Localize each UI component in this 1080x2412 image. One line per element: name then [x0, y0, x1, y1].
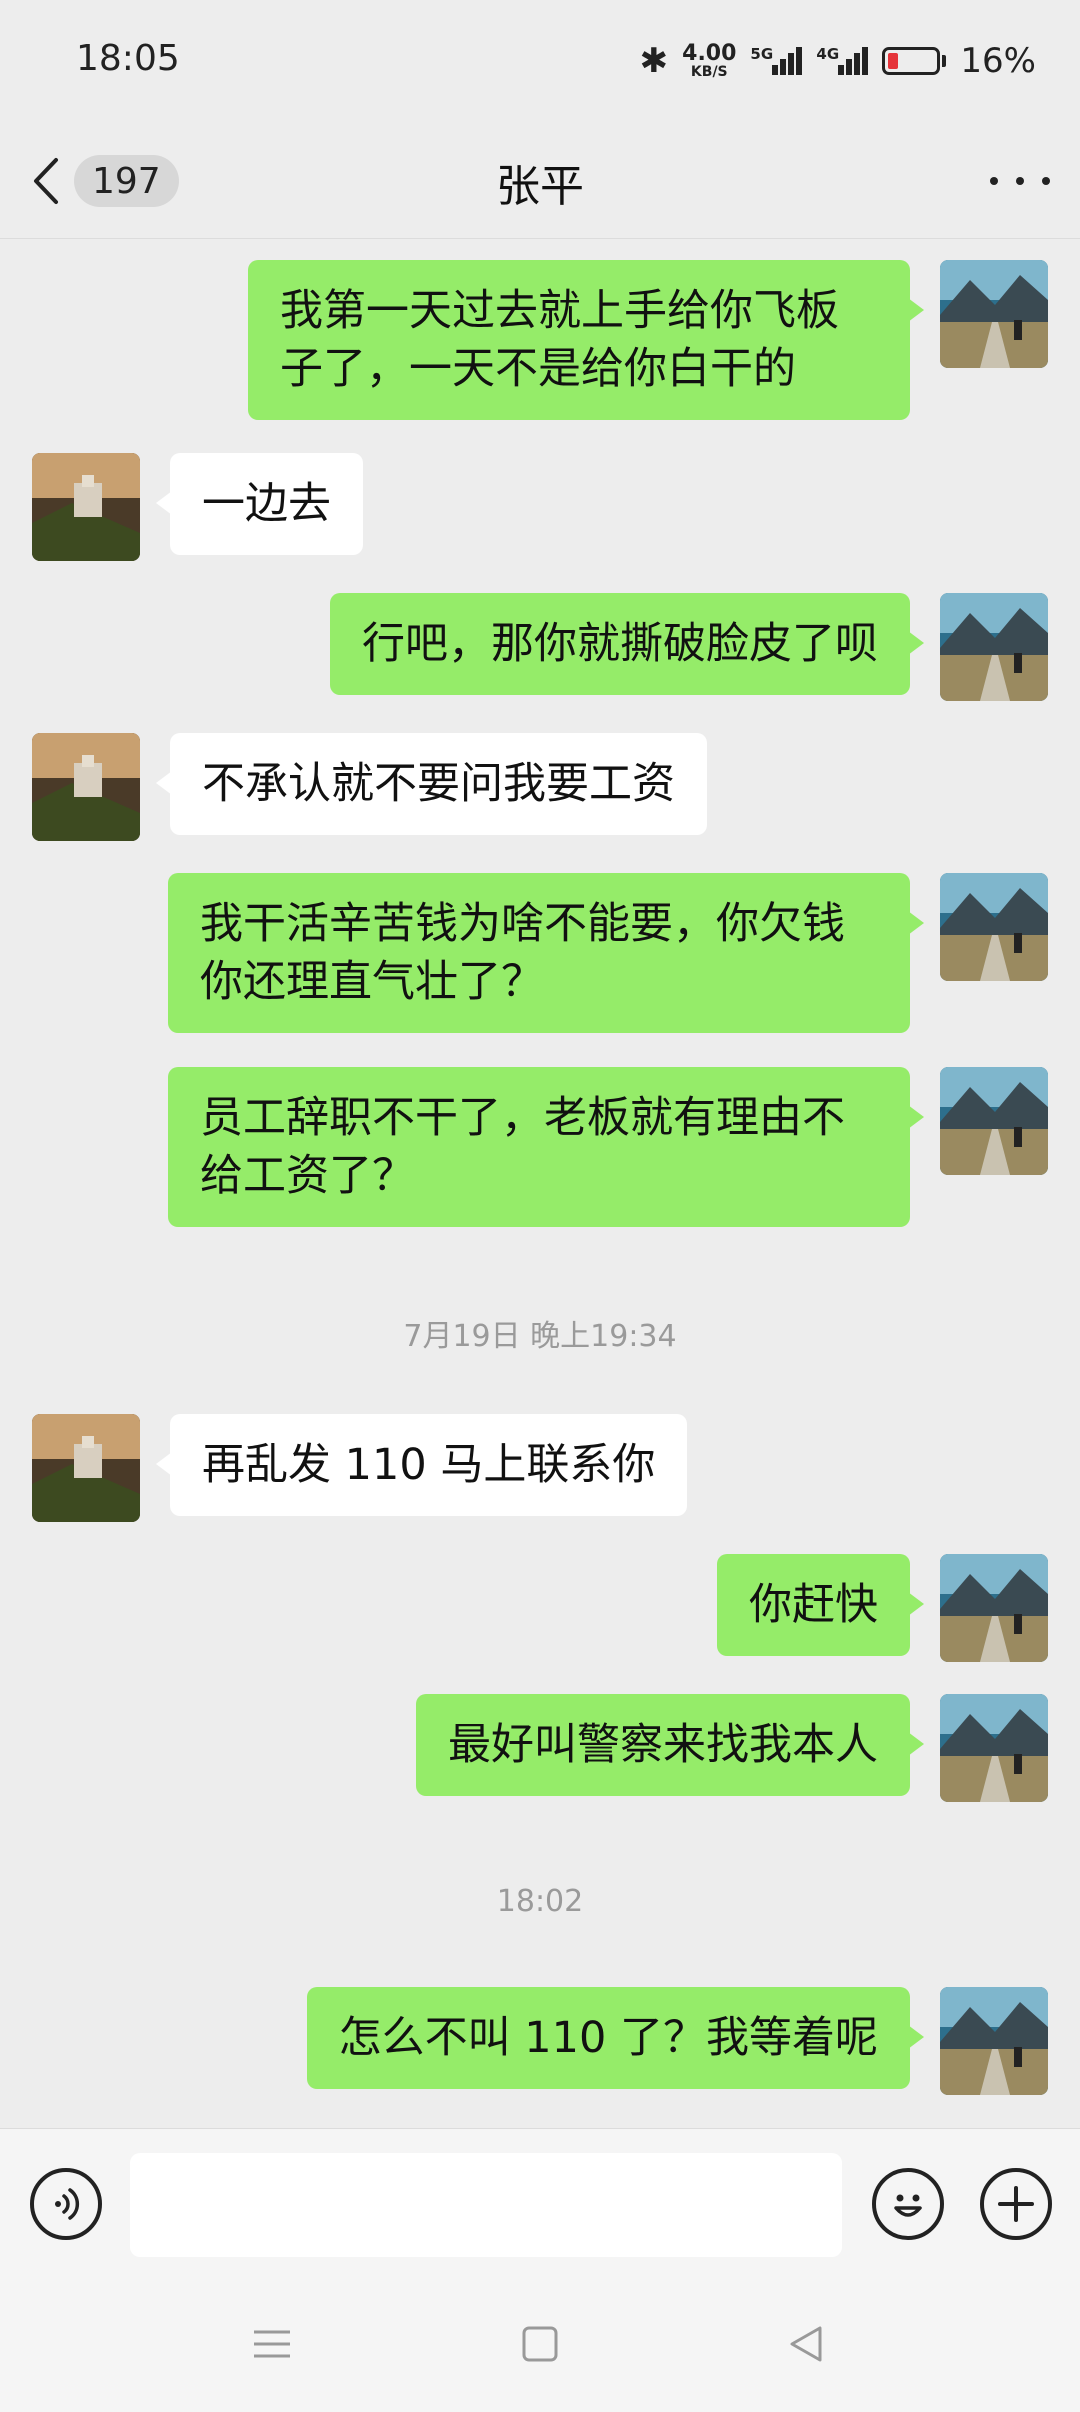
- message-bubble[interactable]: 你赶快: [717, 1554, 924, 1656]
- road-landscape-icon: [940, 593, 1048, 701]
- contact-avatar[interactable]: [32, 453, 140, 561]
- chat-header: 197 张平: [0, 124, 1080, 239]
- castle-landscape-icon: [32, 453, 140, 561]
- message-bubble[interactable]: 怎么不叫 110 了？我等着呢: [306, 1987, 925, 2089]
- dot-icon: [1042, 177, 1050, 185]
- my-avatar[interactable]: [940, 1987, 1048, 2095]
- battery-percent: 16%: [960, 41, 1036, 81]
- message-text-field[interactable]: [130, 2153, 842, 2257]
- plus-button[interactable]: [980, 2168, 1052, 2240]
- timestamp-separator: 7月19日 晚上19:34: [403, 1319, 677, 1354]
- my-avatar[interactable]: [940, 873, 1048, 981]
- message-bubble[interactable]: 员工辞职不干了，老板就有理由不给工资了？: [168, 1067, 924, 1227]
- my-avatar[interactable]: [940, 260, 1048, 368]
- dot-icon: [1016, 177, 1024, 185]
- system-navigation-bar: [0, 2278, 1080, 2412]
- dot-icon: [990, 177, 998, 185]
- home-square-icon: [522, 2326, 558, 2362]
- message-bubble[interactable]: 最好叫警察来找我本人: [416, 1694, 924, 1796]
- voice-icon: [55, 2188, 80, 2220]
- my-avatar[interactable]: [940, 593, 1048, 701]
- contact-avatar[interactable]: [32, 733, 140, 841]
- back-nav-button[interactable]: [784, 2322, 828, 2370]
- chat-title: 张平: [496, 161, 584, 212]
- message-bubble[interactable]: 行吧，那你就撕破脸皮了呗: [330, 593, 924, 695]
- road-landscape-icon: [940, 1694, 1048, 1802]
- my-avatar[interactable]: [940, 1067, 1048, 1175]
- status-icons: ✱ 4.00 KB/S 5G 4G 16%: [640, 36, 1036, 86]
- signal-5g-icon: 5G: [750, 45, 803, 75]
- castle-landscape-icon: [32, 733, 140, 841]
- menu-icon: [254, 2330, 290, 2358]
- my-avatar[interactable]: [940, 1694, 1048, 1802]
- status-bar: 18:05 ✱ 4.00 KB/S 5G 4G 16%: [0, 0, 1080, 124]
- message-bubble[interactable]: 一边去: [156, 453, 363, 555]
- voice-button[interactable]: [30, 2168, 102, 2240]
- signal-4g-icon: 4G: [816, 45, 869, 75]
- plus-icon: [998, 2186, 1034, 2222]
- message-bubble[interactable]: 我第一天过去就上手给你飞板子了，一天不是给你白干的: [248, 260, 924, 420]
- network-speed: 4.00 KB/S: [682, 41, 737, 80]
- castle-landscape-icon: [32, 1414, 140, 1522]
- road-landscape-icon: [940, 1554, 1048, 1662]
- message-bubble[interactable]: 再乱发 110 马上联系你: [155, 1414, 688, 1516]
- contact-avatar[interactable]: [32, 1414, 140, 1522]
- road-landscape-icon: [940, 1987, 1048, 2095]
- emoji-icon: [894, 2194, 922, 2217]
- home-button[interactable]: [518, 2322, 562, 2370]
- triangle-back-icon: [790, 2326, 822, 2362]
- status-time: 18:05: [76, 38, 180, 79]
- bluetooth-icon: ✱: [639, 41, 669, 81]
- battery-icon: [882, 47, 947, 75]
- more-options-button[interactable]: [990, 154, 1050, 208]
- my-avatar[interactable]: [940, 1554, 1048, 1662]
- message-input-bar: [0, 2128, 1080, 2279]
- timestamp-separator: 18:02: [496, 1884, 584, 1919]
- road-landscape-icon: [940, 873, 1048, 981]
- message-bubble[interactable]: 我干活辛苦钱为啥不能要，你欠钱你还理直气壮了？: [168, 873, 924, 1033]
- emoji-button[interactable]: [872, 2168, 944, 2240]
- road-landscape-icon: [940, 260, 1048, 368]
- menu-button[interactable]: [250, 2322, 294, 2370]
- message-bubble[interactable]: 不承认就不要问我要工资: [156, 733, 707, 835]
- road-landscape-icon: [940, 1067, 1048, 1175]
